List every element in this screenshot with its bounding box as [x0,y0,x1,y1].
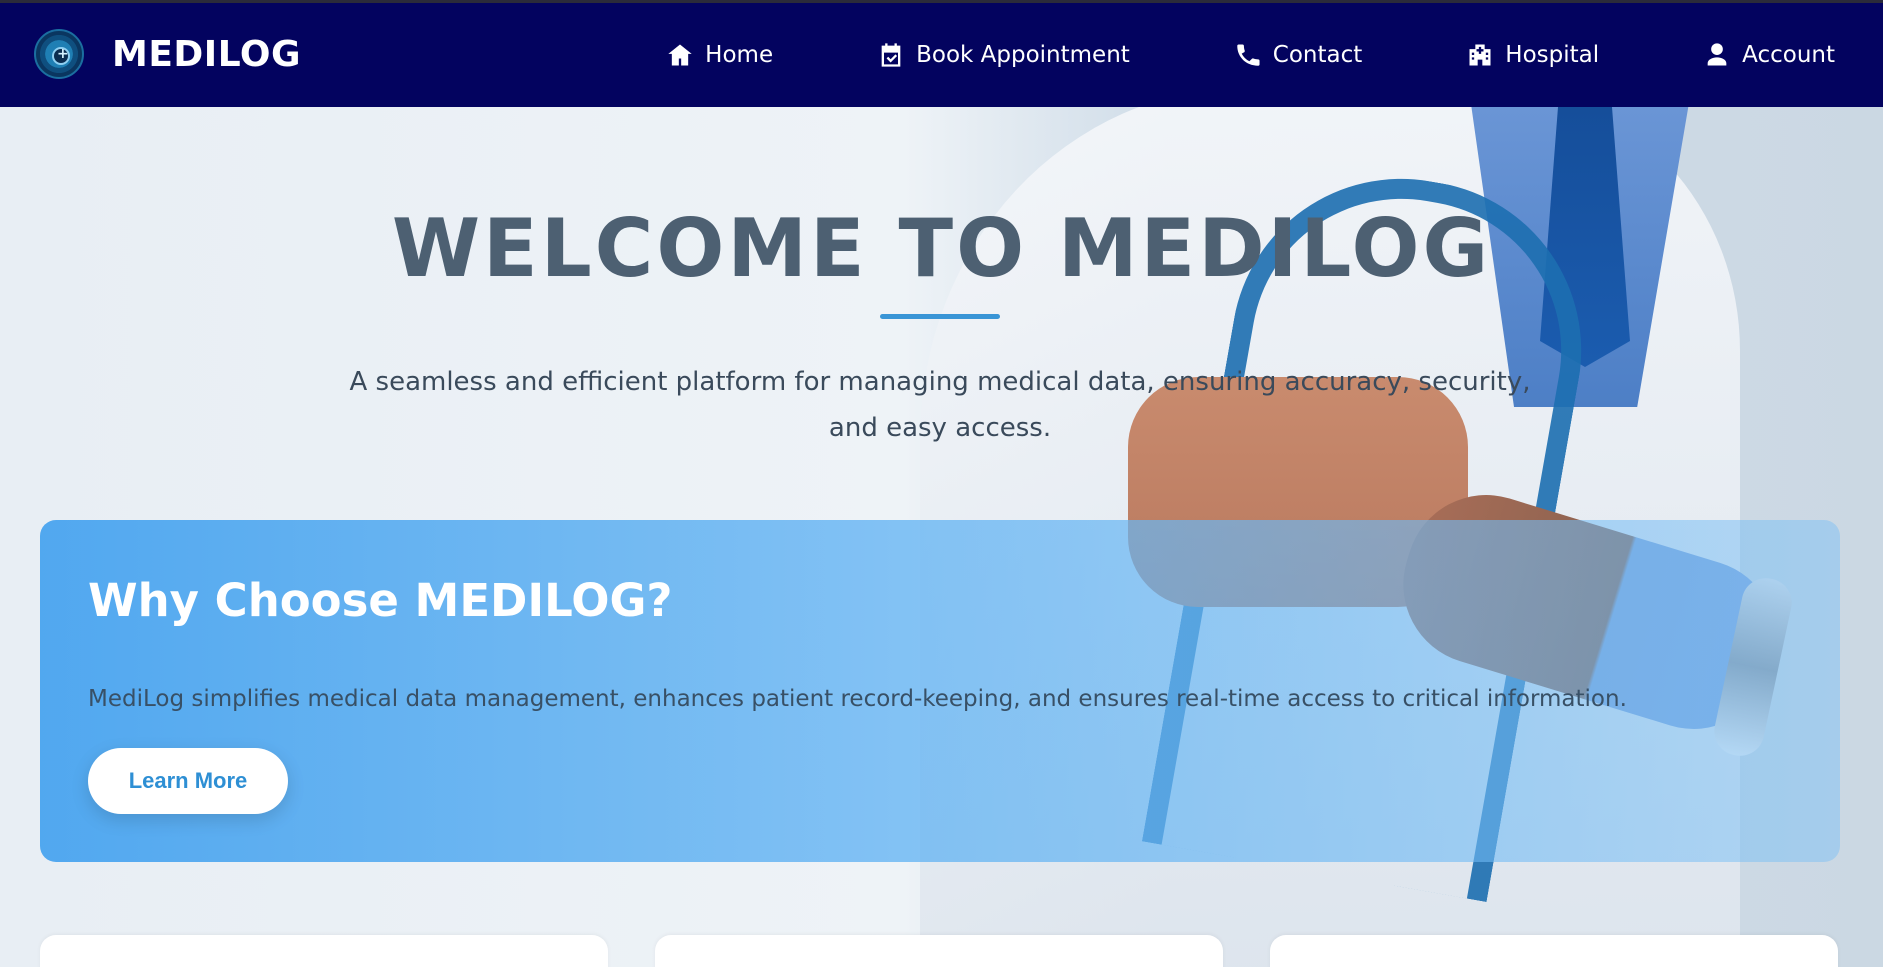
top-navbar: MEDILOG Home Book Appointment Contact Ho… [0,0,1883,107]
calendar-check-icon [881,43,901,67]
nav-home-label: Home [705,42,774,68]
brand-name: MEDILOG [112,33,302,75]
nav-hospital-label: Hospital [1505,42,1600,68]
nav-hospital[interactable]: Hospital [1466,41,1599,69]
feature-cards-row [40,935,1840,967]
nav-home[interactable]: Home [666,41,773,69]
phone-icon [1237,44,1260,66]
why-choose-panel: Why Choose MEDILOG? MediLog simplifies m… [40,520,1840,862]
feature-card [655,935,1223,967]
nav-account-label: Account [1742,42,1835,68]
hero-subtitle: A seamless and efficient platform for ma… [349,367,1531,443]
learn-more-button[interactable]: Learn More [88,748,288,814]
brand[interactable]: MEDILOG [34,29,301,79]
hero-section: WELCOME TO MEDILOG A seamless and effici… [0,107,1883,967]
nav-account[interactable]: Account [1703,41,1835,69]
why-choose-title: Why Choose MEDILOG? [88,574,673,627]
feature-card [1270,935,1838,967]
hero-title: WELCOME TO MEDILOG [391,202,1492,295]
home-icon [668,44,692,66]
nav-contact-label: Contact [1272,42,1363,68]
nav-book-appointment[interactable]: Book Appointment [877,41,1130,69]
feature-card [40,935,608,967]
nav-book-appointment-label: Book Appointment [916,42,1130,68]
medilog-logo [34,29,84,79]
user-icon [1707,43,1727,66]
nav-contact[interactable]: Contact [1234,41,1362,69]
hero-divider [880,314,1000,319]
hospital-icon [1469,44,1491,66]
why-choose-text: MediLog simplifies medical data manageme… [88,686,1627,712]
main-navigation: Home Book Appointment Contact Hospital A… [666,41,1835,69]
